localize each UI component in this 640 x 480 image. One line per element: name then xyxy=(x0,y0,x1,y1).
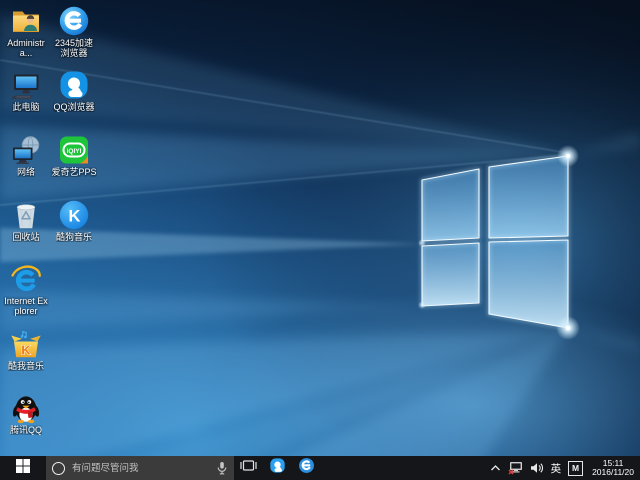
qq-browser-icon xyxy=(269,457,286,479)
cortana-icon xyxy=(52,462,65,475)
start-button[interactable] xyxy=(0,456,46,480)
kugou-music-icon: K xyxy=(58,199,90,231)
ime-language-indicator[interactable]: 英 xyxy=(551,461,562,476)
desktop-icon-label: 酷狗音乐 xyxy=(56,232,92,242)
desktop-icon-label: 2345加速浏览器 xyxy=(51,38,97,58)
desktop-screen: Administra... 2345加速浏览器 xyxy=(0,0,640,480)
svg-text:iQIYI: iQIYI xyxy=(67,148,82,155)
desktop-icon-this-pc[interactable]: 此电脑 xyxy=(3,66,49,112)
desktop-icon-label: QQ浏览器 xyxy=(53,102,94,112)
desktop-icon-network[interactable]: 网络 xyxy=(3,131,49,177)
desktop-icon-label: 酷我音乐 xyxy=(8,361,44,371)
search-input[interactable] xyxy=(70,462,211,475)
microphone-icon[interactable] xyxy=(216,461,228,475)
desktop-icon-kuwo-music[interactable]: K 酷我音乐 xyxy=(3,325,49,371)
taskbar-2345-explorer-button[interactable] xyxy=(292,456,321,480)
taskbar-clock[interactable]: 15:11 2016/11/20 xyxy=(590,459,636,478)
system-tray: 英 M 15:11 2016/11/20 xyxy=(490,459,640,478)
qq-browser-icon xyxy=(58,69,90,101)
desktop-icon-label: 回收站 xyxy=(12,232,39,242)
task-view-button[interactable] xyxy=(234,456,263,480)
desktop-icon-label: 爱奇艺PPS xyxy=(51,167,96,177)
2345-explorer-icon xyxy=(298,457,315,479)
desktop-icon-kugou-music[interactable]: K 酷狗音乐 xyxy=(51,196,97,242)
2345-explorer-icon xyxy=(58,5,90,37)
desktop-icon-recycle-bin[interactable]: 回收站 xyxy=(3,196,49,242)
desktop-icon-label: 网络 xyxy=(17,167,35,177)
windows-logo-icon xyxy=(16,459,30,478)
desktop-icon-label: Internet Explorer xyxy=(3,296,49,316)
task-view-icon xyxy=(240,458,257,478)
desktop-icon-label: 此电脑 xyxy=(12,102,39,112)
desktop-icon-2345-explorer[interactable]: 2345加速浏览器 xyxy=(51,2,97,58)
cortana-search-box[interactable] xyxy=(46,456,234,480)
desktop-icon-tencent-qq[interactable]: 腾讯QQ xyxy=(3,389,49,435)
network-icon xyxy=(10,134,42,166)
desktop-icon-label: Administra... xyxy=(3,38,49,58)
taskbar-qq-browser-button[interactable] xyxy=(263,456,292,480)
network-status-icon[interactable] xyxy=(508,461,523,475)
taskbar: 英 M 15:11 2016/11/20 xyxy=(0,456,640,480)
show-hidden-icons-chevron[interactable] xyxy=(490,464,501,473)
svg-text:K: K xyxy=(21,343,31,358)
desktop-icon-qq-browser[interactable]: QQ浏览器 xyxy=(51,66,97,112)
ime-mode-indicator[interactable]: M xyxy=(568,461,583,476)
clock-date: 2016/11/20 xyxy=(592,468,634,478)
desktop-icon-administrator[interactable]: Administra... xyxy=(3,2,49,58)
this-pc-icon xyxy=(10,69,42,101)
desktop-icon-internet-explorer[interactable]: Internet Explorer xyxy=(3,260,49,316)
desktop-icon-label: 腾讯QQ xyxy=(10,425,42,435)
iqiyi-pps-icon: iQIYI xyxy=(58,134,90,166)
internet-explorer-icon xyxy=(10,263,42,295)
svg-text:K: K xyxy=(69,208,81,226)
volume-icon[interactable] xyxy=(530,462,544,474)
tencent-qq-icon xyxy=(10,392,42,424)
desktop-icon-iqiyi-pps[interactable]: iQIYI 爱奇艺PPS xyxy=(51,131,97,177)
kuwo-music-icon: K xyxy=(10,328,42,360)
recycle-bin-icon xyxy=(10,199,42,231)
user-folder-icon xyxy=(10,5,42,37)
